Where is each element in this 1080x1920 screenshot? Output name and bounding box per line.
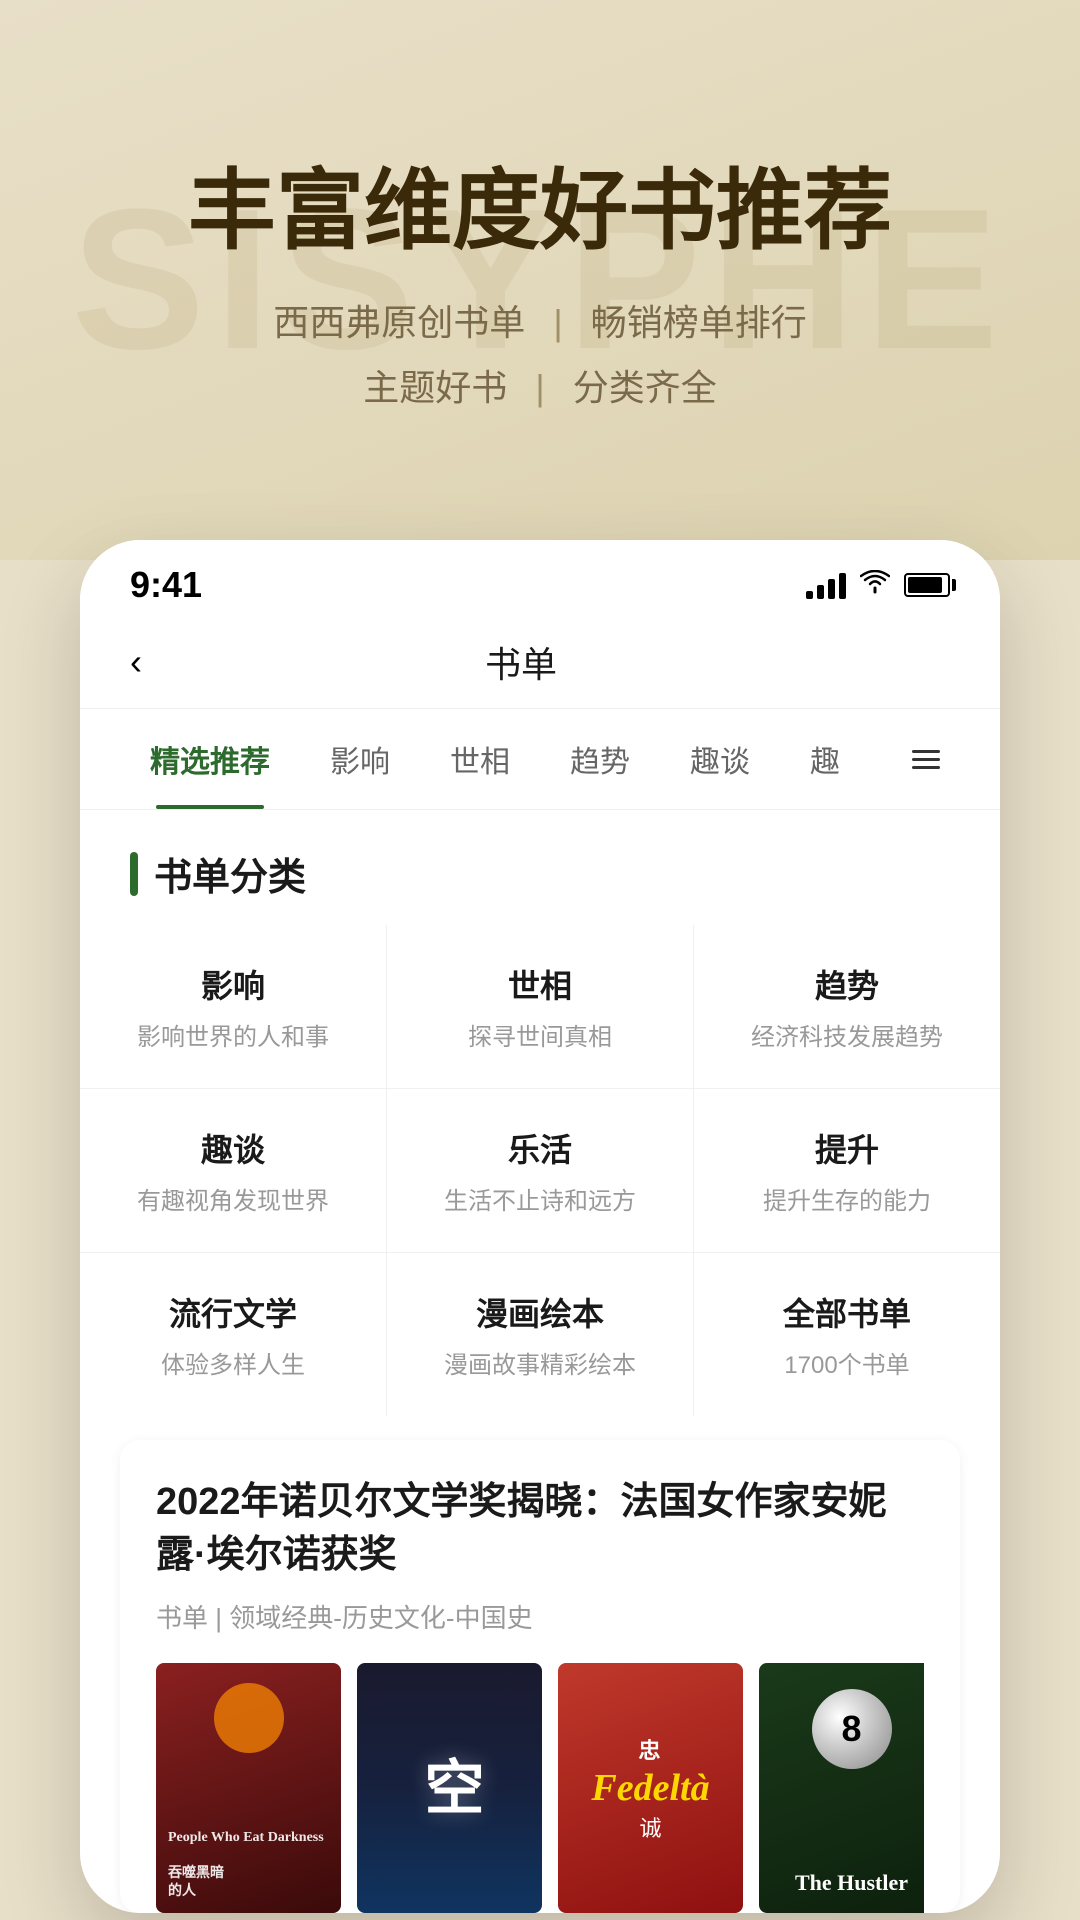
tab-talk[interactable]: 趣谈 (660, 709, 780, 809)
hero-subtitle-mid2: 分类齐全 (573, 367, 717, 408)
featured-meta: 书单 | 领域经典-历史文化-中国史 (156, 1598, 924, 1635)
hero-divider-2: | (535, 367, 544, 408)
book-1-title: People Who Eat Darkness吞噬黑暗的人 (168, 1829, 329, 1902)
book-2-title: 空 (406, 1756, 493, 1821)
nav-bar: ‹ 书单 (80, 616, 1000, 709)
status-time: 9:41 (130, 564, 202, 606)
category-cell-improve[interactable]: 提升 提升生存的能力 (694, 1089, 1000, 1252)
battery-icon (904, 573, 950, 597)
category-grid: 影响 影响世界的人和事 世相 探寻世间真相 趋势 经济科技发展趋势 趣谈 有趣视… (80, 925, 1000, 1416)
book-3-top-label: 忠 (638, 1733, 662, 1765)
category-cell-trend[interactable]: 趋势 经济科技发展趋势 (694, 925, 1000, 1088)
book-cover-1[interactable]: People Who Eat Darkness吞噬黑暗的人 (156, 1663, 341, 1913)
hero-subtitle-mid1: 畅销榜单排行 (591, 302, 807, 343)
nav-title: 书单 (142, 636, 900, 688)
section-bar-indicator (130, 852, 138, 896)
hero-section: 丰富维度好书推荐 西西弗原创书单 | 畅销榜单排行 主题好书 | 分类齐全 (0, 0, 1080, 560)
section-header: 书单分类 (80, 810, 1000, 925)
back-button[interactable]: ‹ (130, 641, 142, 683)
category-cell-comic[interactable]: 漫画绘本 漫画故事精彩绘本 (387, 1253, 693, 1416)
tab-world[interactable]: 世相 (420, 709, 540, 809)
category-cell-influence[interactable]: 影响 影响世界的人和事 (80, 925, 386, 1088)
status-icons (806, 570, 950, 601)
featured-meta-category: 领域经典-历史文化-中国史 (229, 1603, 532, 1633)
section-title: 书单分类 (154, 846, 306, 901)
wifi-icon (860, 570, 890, 601)
featured-meta-type: 书单 (156, 1603, 208, 1633)
book-cover-2[interactable]: 空 (357, 1663, 542, 1913)
featured-card[interactable]: 2022年诺贝尔文学奖揭晓：法国女作家安妮露·埃尔诺获奖 书单 | 领域经典-历… (120, 1440, 960, 1913)
book-4-billiard-ball: 8 (812, 1689, 892, 1769)
category-cell-talk[interactable]: 趣谈 有趣视角发现世界 (80, 1089, 386, 1252)
tab-fun[interactable]: 趣 (780, 709, 850, 809)
category-cell-fiction[interactable]: 流行文学 体验多样人生 (80, 1253, 386, 1416)
hero-subtitle: 西西弗原创书单 | 畅销榜单排行 主题好书 | 分类齐全 (273, 291, 806, 421)
hero-divider-1: | (553, 302, 562, 343)
tab-more-button[interactable] (892, 730, 960, 789)
featured-meta-divider: | (215, 1603, 222, 1633)
book-cover-3[interactable]: 忠 Fedeltà 诚 (558, 1663, 743, 1913)
tab-selected[interactable]: 精选推荐 (120, 709, 300, 809)
phone-mockup: 9:41 (80, 540, 1000, 1913)
tab-influence[interactable]: 影响 (300, 709, 420, 809)
hero-subtitle-line2: 主题好书 (363, 367, 507, 408)
signal-icon (806, 571, 846, 599)
phone-mockup-wrapper: 9:41 (0, 540, 1080, 1913)
book-cover-4[interactable]: 8 The Hustler (759, 1663, 924, 1913)
category-tabs: 精选推荐 影响 世相 趋势 趣谈 趣 (80, 709, 1000, 810)
book-3-title: Fedeltà (591, 1769, 709, 1807)
book-covers: People Who Eat Darkness吞噬黑暗的人 空 忠 Fedelt… (156, 1663, 924, 1913)
hero-subtitle-line1: 西西弗原创书单 (273, 302, 525, 343)
book-3-subtitle: 诚 (639, 1811, 661, 1843)
book-4-title: The Hustler (795, 1869, 908, 1898)
tab-trend[interactable]: 趋势 (540, 709, 660, 809)
category-cell-all[interactable]: 全部书单 1700个书单 (694, 1253, 1000, 1416)
featured-title: 2022年诺贝尔文学奖揭晓：法国女作家安妮露·埃尔诺获奖 (156, 1476, 924, 1582)
hero-title: 丰富维度好书推荐 (188, 160, 892, 261)
category-cell-living[interactable]: 乐活 生活不止诗和远方 (387, 1089, 693, 1252)
status-bar: 9:41 (80, 540, 1000, 616)
category-cell-world[interactable]: 世相 探寻世间真相 (387, 925, 693, 1088)
